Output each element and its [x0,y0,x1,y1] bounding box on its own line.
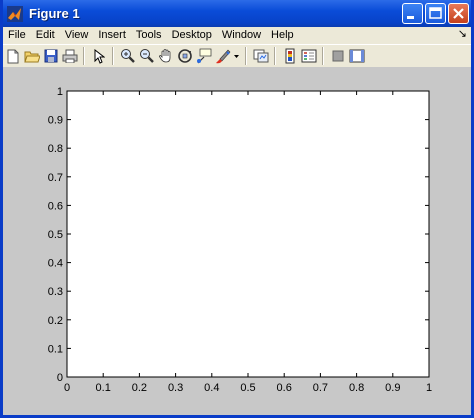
print-icon[interactable] [61,48,78,65]
x-tick-label: 0.1 [96,382,111,394]
minimize-icon [407,16,414,19]
toolbar-separator [245,47,247,65]
menu-insert[interactable]: Insert [93,27,131,44]
x-tick-label: 0.2 [132,382,147,394]
close-button[interactable] [448,3,469,24]
pan-hand-icon[interactable] [157,48,174,65]
window-title: Figure 1 [29,6,80,21]
x-tick-label: 0.4 [204,382,219,394]
y-tick-label: 0.3 [48,286,63,298]
zoom-out-icon[interactable] [138,48,155,65]
open-file-icon[interactable] [23,48,40,65]
x-tick-label: 1 [426,382,432,394]
menu-tools[interactable]: Tools [131,27,167,44]
x-tick-label: 0.9 [385,382,400,394]
y-tick-label: 0.8 [48,143,63,155]
brush-dropdown-arrow-icon[interactable] [233,48,240,65]
y-tick-label: 0.6 [48,200,63,212]
y-tick-label: 0.4 [48,258,63,270]
data-cursor-icon[interactable] [195,48,212,65]
toolbar-separator [83,47,85,65]
axes-background [66,90,430,378]
menu-view[interactable]: View [60,27,94,44]
x-tick-label: 0 [64,382,70,394]
legend-icon[interactable] [300,48,317,65]
axes-chart[interactable]: 0 0.1 0.2 0.3 0.4 0.5 0.6 0.7 0.8 0.9 1 0 0.1 0.2 0.3… [3,67,471,415]
y-tick-label: 0.1 [48,343,63,355]
colorbar-icon[interactable] [281,48,298,65]
menu-help[interactable]: Help [266,27,299,44]
title-bar[interactable]: Figure 1 [3,0,471,27]
x-tick-label: 0.7 [313,382,328,394]
zoom-in-icon[interactable] [119,48,136,65]
show-plot-tools-icon[interactable] [348,48,365,65]
menu-file[interactable]: File [3,27,31,44]
minimize-button[interactable] [402,3,423,24]
edit-plot-arrow-icon[interactable] [90,48,107,65]
menu-bar: File Edit View Insert Tools Desktop Wind… [3,27,471,44]
new-figure-icon[interactable] [4,48,21,65]
menu-edit[interactable]: Edit [31,27,60,44]
toolbar-separator [322,47,324,65]
figure-toolbar [3,44,471,68]
link-plot-icon[interactable] [252,48,269,65]
dock-figure-icon[interactable]: ↘ [458,27,467,40]
maximize-button[interactable] [425,3,446,24]
menu-desktop[interactable]: Desktop [167,27,217,44]
matlab-logo-icon [7,5,23,22]
toolbar-separator [274,47,276,65]
x-tick-label: 0.5 [240,382,255,394]
x-tick-label: 0.3 [168,382,183,394]
hide-plot-tools-icon[interactable] [329,48,346,65]
menu-window[interactable]: Window [217,27,266,44]
figure-window: Figure 1 File Edit View Insert Tools Des… [0,0,474,418]
figure-canvas: 0 0.1 0.2 0.3 0.4 0.5 0.6 0.7 0.8 0.9 1 0 0.1 0.2 0.3… [3,67,471,415]
brush-icon[interactable] [214,48,231,65]
x-tick-label: 0.8 [349,382,364,394]
y-tick-label: 0.2 [48,315,63,327]
toolbar-separator [112,47,114,65]
y-tick-label: 1 [57,86,63,98]
x-tick-label: 0.6 [277,382,292,394]
y-tick-label: 0 [57,372,63,384]
close-icon [453,8,464,19]
y-tick-label: 0.5 [48,229,63,241]
rotate-3d-icon[interactable] [176,48,193,65]
maximize-icon [429,7,442,19]
save-icon[interactable] [42,48,59,65]
y-tick-label: 0.7 [48,172,63,184]
y-tick-label: 0.9 [48,115,63,127]
